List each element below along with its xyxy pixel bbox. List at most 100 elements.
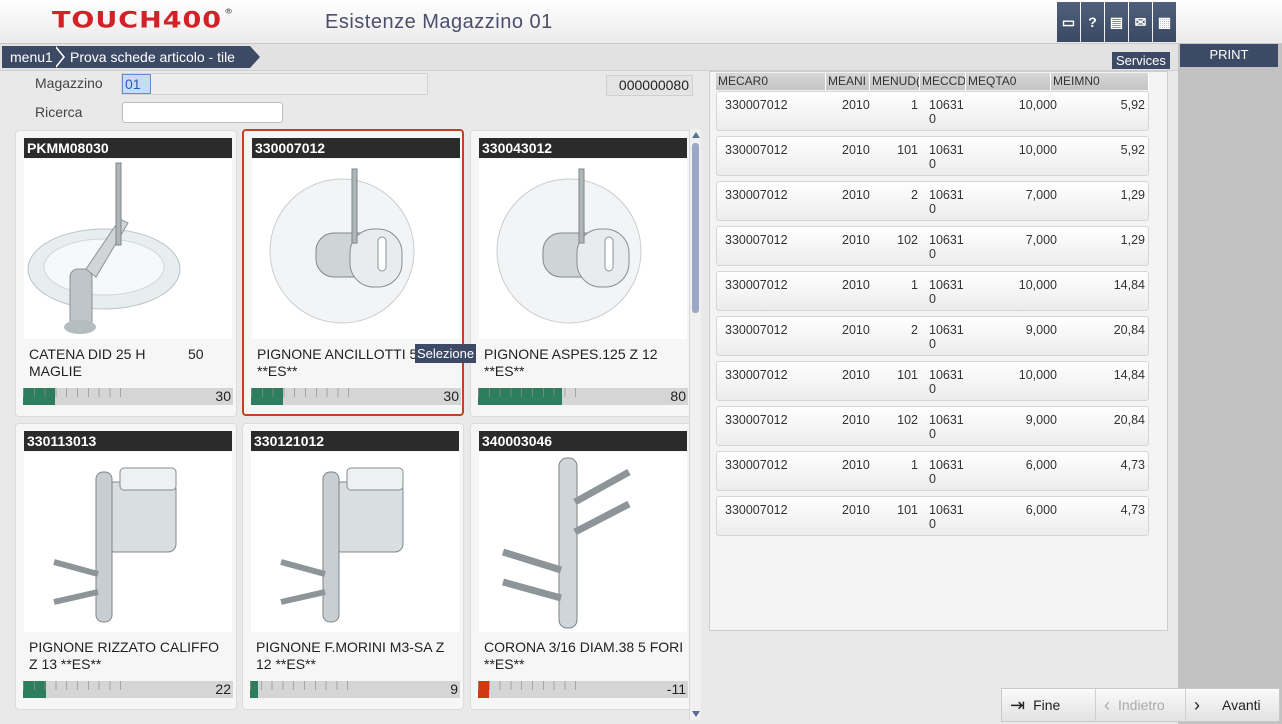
mail-icon[interactable]: ✉: [1129, 2, 1152, 42]
grid-icon[interactable]: ▦: [1153, 2, 1176, 42]
print-button[interactable]: PRINT: [1180, 44, 1278, 67]
table-row[interactable]: 330007012 2010 101 10631 0 6,000 4,73: [716, 496, 1149, 536]
grid-header: MECAR0 MEANI MENUD( MECCD MEQTA0 MEIMN0: [716, 73, 1149, 90]
stock-quantity: 22: [215, 681, 231, 697]
table-cell-meqta: 10,000: [1018, 368, 1057, 382]
stock-level-bar: -11: [478, 681, 688, 698]
table-cell-meani: 2010: [842, 143, 870, 157]
table-cell-meqta: 10,000: [1018, 278, 1057, 292]
table-cell-menud: 2: [911, 188, 918, 202]
tiles-scrollbar[interactable]: [689, 129, 701, 720]
services-button[interactable]: Services: [1112, 52, 1170, 69]
tile-description: PIGNONE F.MORINI M3-SA Z 12 **ES**: [256, 639, 445, 672]
table-cell-meccd: 10631 0: [929, 188, 964, 216]
table-cell-meccd: 10631 0: [929, 323, 964, 351]
table-cell-meqta: 6,000: [1025, 503, 1057, 517]
table-cell-meani: 2010: [842, 233, 870, 247]
table-row[interactable]: 330007012 2010 1 10631 0 10,000 5,92: [716, 91, 1149, 131]
column-header[interactable]: MEANI: [826, 73, 870, 90]
table-cell-mecar: 330007012: [725, 323, 788, 337]
table-row[interactable]: 330007012 2010 1 10631 0 10,000 14,84: [716, 271, 1149, 311]
magazzino-input[interactable]: 01: [122, 74, 151, 94]
scroll-thumb[interactable]: [692, 143, 699, 313]
scroll-up-icon[interactable]: [692, 132, 700, 138]
breadcrumb-item-current[interactable]: Prova schede articolo - tile: [60, 46, 260, 68]
table-row[interactable]: 330007012 2010 101 10631 0 10,000 14,84: [716, 361, 1149, 401]
column-header[interactable]: MEIMN0: [1051, 73, 1149, 90]
article-tile[interactable]: 330043012 PIGNONE ASPES.125 Z 12 **ES** …: [470, 130, 692, 417]
table-row[interactable]: 330007012 2010 102 10631 0 7,000 1,29: [716, 226, 1149, 266]
table-cell-meimn: 1,29: [1120, 233, 1145, 247]
help-icon[interactable]: ?: [1081, 2, 1104, 42]
right-side-panel: [1178, 44, 1282, 724]
product-image: [479, 159, 687, 339]
table-cell-meccd: 10631 0: [929, 233, 964, 261]
table-cell-menud: 102: [897, 413, 918, 427]
table-cell-meqta: 6,000: [1025, 458, 1057, 472]
table-cell-meimn: 4,73: [1120, 458, 1145, 472]
chevron-right-icon: ›: [1194, 694, 1200, 715]
table-cell-meqta: 9,000: [1025, 413, 1057, 427]
magazzino-field[interactable]: [121, 73, 428, 95]
article-tile[interactable]: 330113013 PIGNONE RIZZATO CALIFFO Z 13 *…: [15, 423, 237, 710]
indietro-label: Indietro: [1118, 697, 1165, 713]
document-icon[interactable]: ▤: [1105, 2, 1128, 42]
app-logo: TOUCH400 ®: [52, 8, 235, 34]
table-cell-mecar: 330007012: [725, 413, 788, 427]
table-row[interactable]: 330007012 2010 102 10631 0 9,000 20,84: [716, 406, 1149, 446]
indietro-button[interactable]: ‹ Indietro: [1096, 689, 1186, 721]
tile-list: PKMM08030 CATENA DID 25 H MAGLIE 50 30 3…: [12, 129, 692, 724]
bottom-navigation: ⇥ Fine ‹ Indietro › Avanti: [1001, 688, 1280, 722]
table-cell-meimn: 20,84: [1113, 413, 1145, 427]
table-cell-meani: 2010: [842, 98, 870, 112]
product-image: [252, 159, 460, 339]
table-cell-mecar: 330007012: [725, 458, 788, 472]
column-header[interactable]: MECAR0: [716, 73, 826, 90]
table-cell-meqta: 10,000: [1018, 143, 1057, 157]
stock-level-bar: 9: [250, 681, 460, 698]
avanti-button[interactable]: › Avanti: [1186, 689, 1279, 721]
column-header[interactable]: MENUD(: [870, 73, 920, 90]
table-cell-meani: 2010: [842, 503, 870, 517]
tile-code: 340003046: [479, 431, 687, 451]
table-cell-meani: 2010: [842, 188, 870, 202]
table-cell-meccd: 10631 0: [929, 458, 964, 486]
stock-quantity: 9: [450, 681, 458, 697]
article-tile[interactable]: 340003046 CORONA 3/16 DIAM.38 5 FORI **E…: [470, 423, 692, 710]
table-cell-menud: 101: [897, 503, 918, 517]
article-tile-selected[interactable]: 330007012 PIGNONE ANCILLOTTI 50 **ES** 3…: [242, 129, 464, 416]
table-cell-meccd: 10631 0: [929, 143, 964, 171]
table-row[interactable]: 330007012 2010 2 10631 0 9,000 20,84: [716, 316, 1149, 356]
table-cell-meimn: 1,29: [1120, 188, 1145, 202]
table-cell-meqta: 10,000: [1018, 98, 1057, 112]
table-cell-meimn: 14,84: [1113, 278, 1145, 292]
tile-code: 330113013: [24, 431, 232, 451]
tile-description: PIGNONE ASPES.125 Z 12 **ES**: [484, 346, 658, 379]
column-header[interactable]: MEQTA0: [966, 73, 1051, 90]
table-cell-mecar: 330007012: [725, 188, 788, 202]
table-row[interactable]: 330007012 2010 1 10631 0 6,000 4,73: [716, 451, 1149, 491]
selection-tooltip: Selezione: [415, 344, 477, 363]
column-header[interactable]: MECCD: [920, 73, 966, 90]
table-cell-menud: 1: [911, 278, 918, 292]
search-input[interactable]: [122, 102, 283, 123]
table-row[interactable]: 330007012 2010 101 10631 0 10,000 5,92: [716, 136, 1149, 176]
table-cell-meani: 2010: [842, 278, 870, 292]
stock-quantity: -11: [666, 681, 686, 697]
fine-button[interactable]: ⇥ Fine: [1002, 689, 1096, 721]
app-header: TOUCH400 ® Esistenze Magazzino 01 ▭ ? ▤ ✉…: [0, 0, 1282, 44]
stock-level-bar: 30: [23, 388, 233, 405]
table-cell-mecar: 330007012: [725, 233, 788, 247]
product-image: [251, 452, 459, 632]
table-cell-meccd: 10631 0: [929, 98, 964, 126]
article-tile[interactable]: PKMM08030 CATENA DID 25 H MAGLIE 50 30: [15, 130, 237, 417]
header-toolbar: ▭ ? ▤ ✉ ▦: [1057, 2, 1177, 42]
magazzino-label: Magazzino: [35, 75, 103, 91]
table-row[interactable]: 330007012 2010 2 10631 0 7,000 1,29: [716, 181, 1149, 221]
scroll-down-icon[interactable]: [692, 711, 700, 717]
article-tile[interactable]: 330121012 PIGNONE F.MORINI M3-SA Z 12 **…: [242, 423, 464, 710]
monitor-icon[interactable]: ▭: [1057, 2, 1080, 42]
breadcrumb-item-menu[interactable]: menu1: [2, 46, 62, 68]
tile-code: 330121012: [251, 431, 459, 451]
table-cell-menud: 2: [911, 323, 918, 337]
